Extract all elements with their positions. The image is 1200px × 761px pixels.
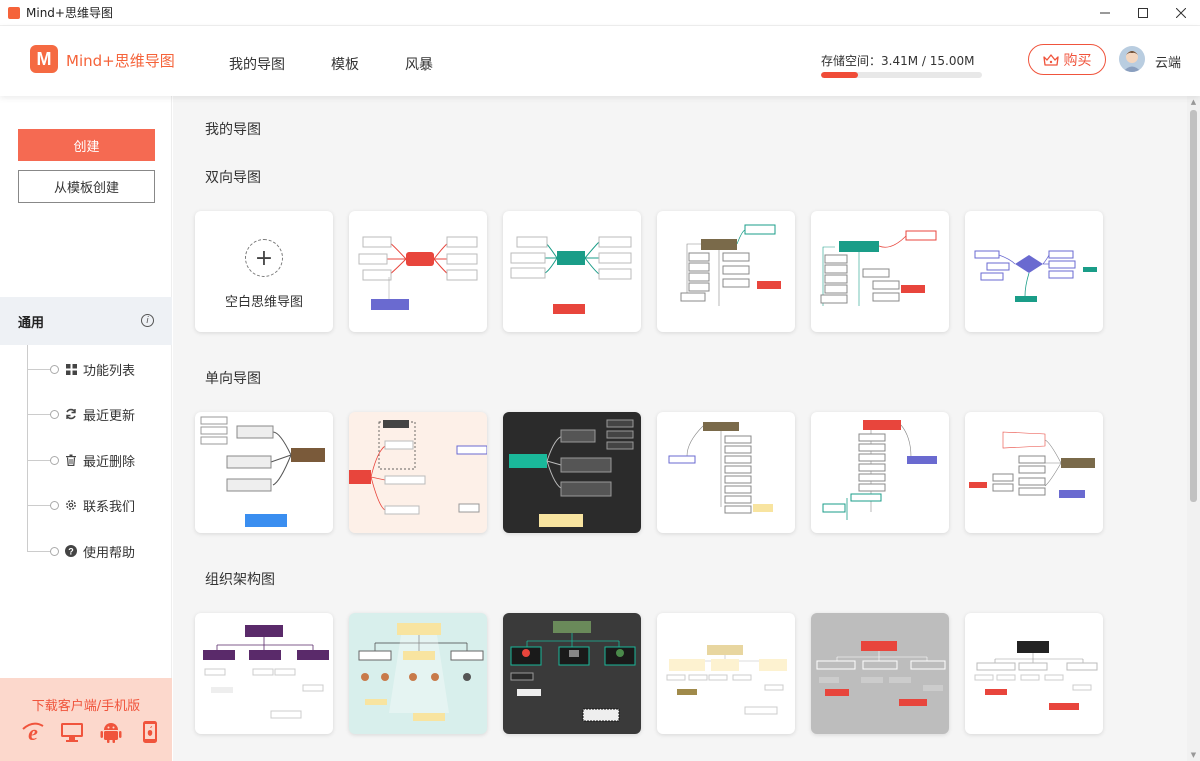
category-title-org-chart: 组织架构图	[205, 572, 275, 588]
category-title-unidirectional: 单向导图	[205, 371, 261, 387]
template-thumbnail	[358, 623, 484, 721]
iphone-icon[interactable]	[137, 719, 163, 745]
sidebar-item-label: 联系我们	[83, 499, 136, 515]
buy-label: 购买	[1063, 52, 1092, 69]
grid-icon	[65, 363, 77, 375]
title-bar: Mind+思维导图	[0, 0, 1200, 26]
main-content: 我的导图 双向导图 + 空白思维导图 单向导图 组织架构图	[173, 96, 1187, 761]
create-button[interactable]: 创建	[18, 129, 155, 161]
sidebar-item-label: 最近删除	[83, 454, 136, 470]
template-thumbnail	[974, 250, 1097, 302]
sidebar-item-label: 功能列表	[83, 363, 136, 379]
template-thumbnail	[358, 236, 478, 310]
maximize-button[interactable]	[1124, 0, 1162, 26]
desktop-icon[interactable]	[59, 719, 85, 745]
help-icon: ?	[65, 545, 77, 557]
nav-my-maps[interactable]: 我的导图	[229, 54, 285, 74]
logo-icon[interactable]: M	[30, 45, 58, 73]
close-button[interactable]	[1162, 0, 1200, 26]
scroll-up-arrow-icon[interactable]: ▲	[1187, 96, 1200, 108]
category-title-bidirectional: 双向导图	[205, 170, 261, 186]
sidebar-item-help[interactable]: ? 使用帮助	[27, 541, 135, 561]
template-thumbnail	[969, 431, 1095, 498]
template-thumbnail	[666, 645, 787, 715]
main-nav: 我的导图 模板 风暴	[229, 54, 479, 74]
sidebar-item-label: 最近更新	[83, 408, 136, 424]
blank-map-label: 空白思维导图	[224, 295, 303, 310]
template-thumbnail	[349, 420, 487, 515]
download-panel: 下载客户端/手机版 e	[0, 678, 172, 761]
android-icon[interactable]	[98, 719, 124, 745]
refresh-icon	[65, 408, 77, 420]
template-card[interactable]	[811, 412, 949, 533]
template-thumbnail	[820, 230, 937, 306]
template-thumbnail	[510, 236, 632, 314]
download-label[interactable]: 下载客户端/手机版	[0, 695, 172, 714]
username[interactable]: 云端	[1155, 52, 1181, 71]
template-card[interactable]	[965, 211, 1103, 332]
buy-button[interactable]: 购买	[1028, 44, 1106, 75]
trash-icon	[65, 454, 77, 466]
storage-progress-fill	[821, 72, 858, 78]
template-thumbnail	[510, 621, 636, 722]
sidebar-item-features[interactable]: 功能列表	[27, 359, 135, 379]
template-thumbnail	[203, 625, 329, 719]
template-card[interactable]	[195, 412, 333, 533]
template-card[interactable]	[811, 211, 949, 332]
brand-name[interactable]: Mind+思维导图	[66, 50, 175, 71]
template-thumbnail	[822, 420, 937, 520]
sidebar: 创建 从模板创建 通用 i 功能列表 最近更新 最近删除 联系我们 ? 使用帮助…	[0, 96, 172, 761]
template-thumbnail	[680, 224, 781, 306]
gear-icon	[65, 499, 77, 511]
template-thumbnail	[200, 416, 325, 527]
page-title: 我的导图	[205, 122, 261, 138]
template-card[interactable]	[965, 412, 1103, 533]
template-card[interactable]	[657, 613, 795, 734]
storage-progress-bar	[821, 72, 982, 78]
nav-templates[interactable]: 模板	[331, 54, 359, 74]
section-title: 通用	[18, 315, 45, 331]
sidebar-item-label: 使用帮助	[83, 545, 136, 561]
minimize-button[interactable]	[1086, 0, 1124, 26]
scroll-down-arrow-icon[interactable]: ▼	[1187, 749, 1200, 761]
plus-icon: +	[245, 239, 283, 277]
sidebar-item-contact[interactable]: 联系我们	[27, 495, 135, 515]
template-card[interactable]	[657, 211, 795, 332]
template-card[interactable]	[503, 412, 641, 533]
app-icon	[8, 6, 20, 19]
template-card[interactable]	[349, 211, 487, 332]
template-card[interactable]	[657, 412, 795, 533]
sidebar-item-recent-updates[interactable]: 最近更新	[27, 404, 135, 424]
template-card[interactable]	[349, 613, 487, 734]
template-thumbnail	[509, 419, 634, 527]
blank-map-card[interactable]: + 空白思维导图	[195, 211, 333, 332]
template-thumbnail	[816, 641, 946, 706]
template-card[interactable]	[965, 613, 1103, 734]
ie-icon[interactable]: e	[20, 719, 46, 745]
sidebar-item-recent-deleted[interactable]: 最近删除	[27, 450, 135, 470]
create-from-template-button[interactable]: 从模板创建	[18, 170, 155, 203]
template-thumbnail	[974, 641, 1098, 710]
window-title: Mind+思维导图	[26, 6, 113, 20]
template-card[interactable]	[503, 613, 641, 734]
nav-storm[interactable]: 风暴	[405, 54, 433, 74]
main-scrollbar[interactable]: ▲ ▼	[1187, 96, 1200, 761]
crown-basket-icon	[1042, 53, 1059, 66]
avatar[interactable]	[1119, 46, 1145, 72]
svg-text:?: ?	[68, 547, 74, 557]
scroll-thumb[interactable]	[1190, 110, 1197, 502]
info-icon[interactable]: i	[141, 314, 154, 327]
storage-label: 存储空间：3.41M / 15.00M	[821, 54, 975, 68]
section-general[interactable]: 通用 i	[0, 297, 172, 345]
template-card[interactable]	[349, 412, 487, 533]
template-thumbnail	[668, 422, 773, 514]
template-card[interactable]	[503, 211, 641, 332]
app-header: M Mind+思维导图 我的导图 模板 风暴 存储空间：3.41M / 15.0…	[0, 26, 1200, 96]
template-card[interactable]	[195, 613, 333, 734]
template-card[interactable]	[811, 613, 949, 734]
